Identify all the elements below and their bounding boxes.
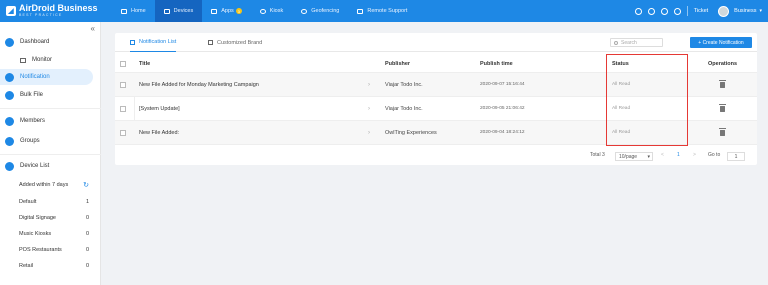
sidebar-item-notification[interactable]: Notification: [0, 69, 93, 85]
chevron-down-icon[interactable]: ▾: [759, 8, 762, 14]
row-title[interactable]: New File Added:: [139, 130, 179, 136]
header-title: Title: [139, 60, 151, 67]
dashboard-icon: [5, 37, 14, 47]
row-publisher: OwlTing Experiences: [385, 129, 437, 136]
search-input[interactable]: Search: [610, 38, 663, 47]
device-group-default[interactable]: Default 1: [19, 196, 89, 208]
members-icon: [5, 116, 14, 126]
header-publisher: Publisher: [385, 60, 411, 67]
account-name[interactable]: Business: [734, 8, 756, 14]
goto-label: Go to: [708, 152, 721, 158]
sidebar-item-groups[interactable]: Groups: [0, 133, 93, 149]
brand-subtitle: BEST PRACTICE: [19, 13, 63, 18]
brand-name: AirDroid Business: [19, 3, 98, 14]
chevron-right-icon[interactable]: ›: [368, 106, 370, 112]
apps-icon: [211, 8, 218, 14]
top-bar: ◢ AirDroid Business BEST PRACTICE Home D…: [0, 0, 768, 22]
row-publisher: Viajar Todo Inc.: [385, 81, 423, 88]
refresh-icon[interactable]: ↻: [83, 181, 89, 189]
row-checkbox[interactable]: [120, 81, 126, 88]
remote-support-icon: [357, 8, 364, 14]
sidebar-item-device-list[interactable]: Device List: [0, 158, 93, 174]
nav-apps[interactable]: Apps 3: [202, 0, 251, 22]
create-notification-button[interactable]: + Create Notification: [690, 37, 752, 48]
monitor-icon: [20, 57, 26, 63]
chevron-down-icon: ▾: [647, 153, 650, 160]
sidebar-item-bulk-file[interactable]: Bulk File: [0, 87, 93, 103]
tab-notification-list[interactable]: Notification List: [130, 33, 177, 52]
nav-kiosk[interactable]: Kiosk: [251, 0, 292, 22]
device-group-music-kiosks[interactable]: Music Kiosks 0: [19, 228, 89, 240]
groups-icon: [5, 136, 14, 146]
row-publish-time: 2020-09-04 18:24:12: [480, 130, 525, 135]
sidebar-item-members[interactable]: Members: [0, 113, 93, 129]
airdroid-logo-icon: ◢: [6, 6, 16, 16]
device-group-added-7-days[interactable]: Added within 7 days ↻: [19, 179, 89, 191]
page-number[interactable]: 1: [677, 152, 680, 158]
tabs: Notification List Customized Brand Searc…: [115, 33, 757, 52]
header-operations: Operations: [708, 60, 738, 67]
collapse-sidebar-icon[interactable]: «: [91, 24, 95, 33]
select-all-checkbox[interactable]: [120, 60, 126, 67]
ticket-link[interactable]: Ticket: [694, 8, 708, 14]
chevron-right-icon[interactable]: ›: [368, 82, 370, 88]
row-title[interactable]: [System Update]: [139, 106, 180, 112]
list-icon: [130, 39, 135, 45]
divider: [686, 6, 688, 16]
row-checkbox[interactable]: [120, 105, 126, 112]
chevron-right-icon[interactable]: ›: [368, 130, 370, 136]
row-publish-time: 2020-09-07 15:16:44: [480, 82, 525, 87]
brand[interactable]: ◢ AirDroid Business BEST PRACTICE: [0, 4, 112, 18]
tab-customized-brand[interactable]: Customized Brand: [208, 33, 262, 52]
delete-icon[interactable]: [719, 128, 726, 136]
device-group-retail[interactable]: Retail 0: [19, 260, 89, 272]
row-title[interactable]: New File Added for Monday Marketing Camp…: [139, 82, 259, 88]
download-icon[interactable]: [660, 7, 668, 15]
next-page-button[interactable]: >: [693, 152, 696, 158]
header-publish-time: Publish time: [480, 60, 513, 67]
sidebar-item-dashboard[interactable]: Dashboard: [0, 34, 93, 50]
settings-icon[interactable]: [647, 7, 655, 15]
devices-icon: [163, 8, 170, 14]
delete-icon[interactable]: [719, 80, 726, 88]
message-icon[interactable]: [634, 7, 642, 15]
sidebar-divider: [0, 154, 101, 155]
geofencing-icon: [301, 8, 308, 14]
nav-geofencing[interactable]: Geofencing: [292, 0, 348, 22]
page-size-select[interactable]: 10/page ▾: [615, 152, 653, 161]
device-group-digital-signage[interactable]: Digital Signage 0: [19, 212, 89, 224]
help-icon[interactable]: [673, 7, 681, 15]
prev-page-button[interactable]: <: [661, 152, 664, 158]
row-publish-time: 2020-09-05 21:06:42: [480, 106, 525, 111]
bulk-file-icon: [5, 90, 14, 100]
goto-page-input[interactable]: 1: [727, 152, 745, 161]
notification-icon: [5, 72, 14, 82]
avatar[interactable]: [718, 5, 730, 17]
tag-icon: [208, 40, 213, 45]
row-publisher: Viajar Todo Inc.: [385, 105, 423, 112]
status-highlight-box: [606, 54, 688, 146]
nav-devices[interactable]: Devices: [154, 0, 203, 22]
row-checkbox[interactable]: [120, 129, 126, 136]
delete-icon[interactable]: [719, 104, 726, 112]
search-icon: [614, 40, 618, 45]
sidebar-divider: [0, 108, 101, 109]
kiosk-icon: [259, 8, 266, 14]
device-list-icon: [5, 161, 14, 171]
pagination: Total 3 10/page ▾ < 1 > Go to 1: [115, 151, 757, 163]
sidebar: « Dashboard Monitor Notification Bulk Fi…: [0, 22, 101, 285]
total-count: Total 3: [590, 152, 605, 158]
sidebar-item-monitor[interactable]: Monitor: [0, 52, 93, 68]
nav-remote-support[interactable]: Remote Support: [348, 0, 416, 22]
apps-badge: 3: [235, 8, 242, 14]
home-icon: [121, 8, 127, 14]
notification-panel: Notification List Customized Brand Searc…: [115, 33, 757, 165]
main-nav: Home Devices Apps 3 Kiosk Geofencing Remo…: [112, 0, 416, 22]
device-group-pos-restaurants[interactable]: POS Restaurants 0: [19, 244, 89, 256]
nav-home[interactable]: Home: [112, 0, 155, 22]
